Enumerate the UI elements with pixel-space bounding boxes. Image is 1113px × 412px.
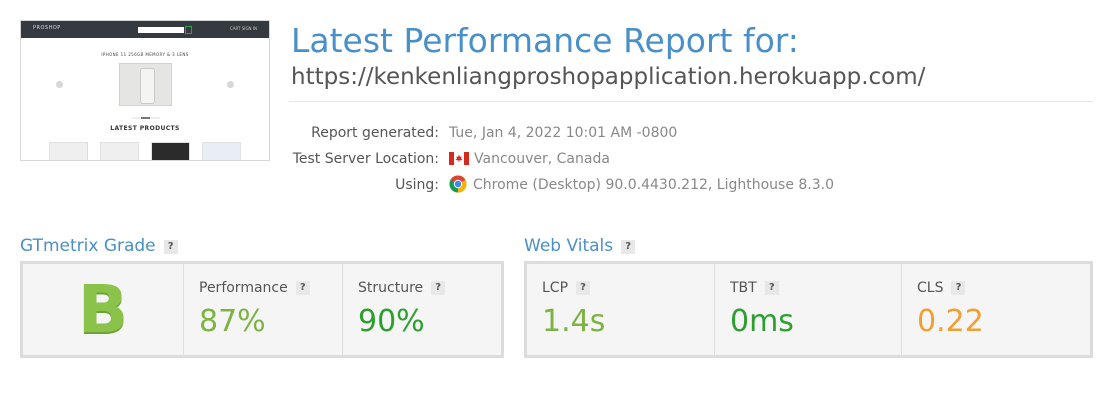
grade-letter: B [77,271,129,348]
cls-cell: CLS? 0.22 [901,264,1090,355]
report-generated-value: Tue, Jan 4, 2022 10:01 AM -0800 [449,125,678,141]
help-icon[interactable]: ? [295,281,310,295]
structure-label: Structure [358,280,424,296]
tbt-value: 0ms [730,304,794,339]
thumb-product-card [49,142,88,160]
meta-using: Using: Chrome (Desktop) 90.0.4430.212, Li… [289,174,834,196]
header-divider [289,101,1093,102]
gtmetrix-grade-title: GTmetrix Grade [20,236,156,256]
help-icon[interactable]: ? [431,281,446,295]
thumb-search-box [138,27,184,33]
meta-report-generated: Report generated: Tue, Jan 4, 2022 10:01 … [289,122,677,144]
meta-server-location: Test Server Location: Vancouver, Canada [289,148,610,170]
location-label: Test Server Location: [292,151,439,167]
location-value-wrap: Vancouver, Canada [449,148,610,170]
web-vitals-title: Web Vitals [524,236,614,256]
lcp-value: 1.4s [542,304,606,339]
help-icon[interactable]: ? [163,240,178,254]
tbt-label: TBT [730,280,757,296]
cls-label: CLS [917,280,944,296]
gtmetrix-grade-heading: GTmetrix Grade? [20,234,178,258]
lcp-label: LCP [542,280,569,296]
thumb-product-card [202,142,241,160]
grade-cell: B [23,264,183,355]
structure-value: 90% [358,304,425,339]
report-generated-label: Report generated: [311,125,439,141]
performance-label: Performance [199,280,288,296]
thumb-navbar: PROSHOP CART SIGN IN [21,21,269,38]
thumb-latest-products-heading: LATEST PRODUCTS [110,125,180,132]
thumb-prev-arrow-icon [56,81,63,88]
tbt-label-wrap: TBT? [730,280,779,296]
location-value: Vancouver, Canada [474,151,610,167]
thumb-nav-links: CART SIGN IN [230,26,257,31]
performance-cell: Performance? 87% [183,264,342,355]
thumb-next-arrow-icon [227,81,234,88]
performance-label-wrap: Performance? [199,280,310,296]
web-vitals-heading: Web Vitals? [524,234,636,258]
cls-label-wrap: CLS? [917,280,966,296]
lcp-cell: LCP? 1.4s [527,264,714,355]
help-icon[interactable]: ? [764,281,779,295]
tbt-cell: TBT? 0ms [714,264,901,355]
using-value-wrap: Chrome (Desktop) 90.0.4430.212, Lighthou… [449,174,834,196]
web-vitals-panel: LCP? 1.4s TBT? 0ms CLS? 0.22 [524,261,1093,358]
thumb-product-image [119,63,172,106]
thumb-search-button [185,26,192,34]
thumb-product-card [151,142,190,160]
help-icon[interactable]: ? [576,281,591,295]
performance-value: 87% [199,304,266,339]
report-title: Latest Performance Report for: [291,21,799,60]
gtmetrix-grade-panel: B Performance? 87% Structure? 90% [20,261,504,358]
using-label: Using: [395,177,439,193]
thumb-carousel-indicator [132,117,160,119]
structure-cell: Structure? 90% [342,264,501,355]
report-url[interactable]: https://kenkenliangproshopapplication.he… [291,61,925,93]
thumb-product-card [100,142,139,160]
cls-value: 0.22 [917,304,984,339]
thumb-brand: PROSHOP [33,25,61,31]
chrome-icon [449,175,467,193]
help-icon[interactable]: ? [951,281,966,295]
using-value: Chrome (Desktop) 90.0.4430.212, Lighthou… [473,177,835,193]
thumb-carousel-caption: IPHONE 11 256GB MEMORY & 3 LENS [101,52,189,57]
help-icon[interactable]: ? [621,240,636,254]
structure-label-wrap: Structure? [358,280,446,296]
page-screenshot-thumbnail[interactable]: PROSHOP CART SIGN IN IPHONE 11 256GB MEM… [20,20,270,161]
canada-flag-icon [449,152,469,165]
lcp-label-wrap: LCP? [542,280,591,296]
